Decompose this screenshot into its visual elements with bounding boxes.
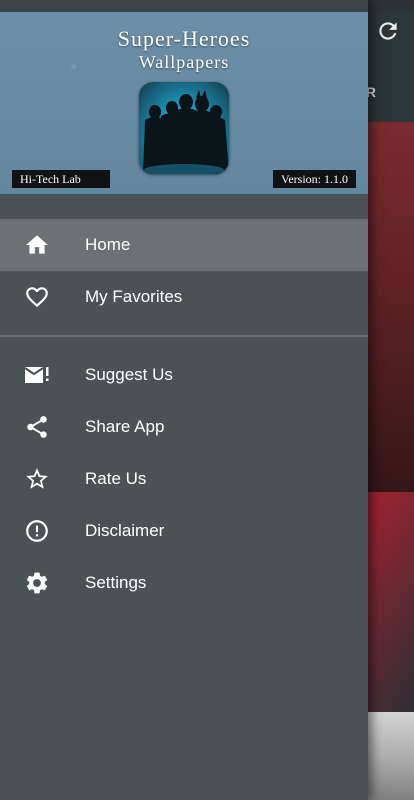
menu-item-suggest-us[interactable]: Suggest Us <box>0 349 368 401</box>
app-title: Super-Heroes <box>117 26 251 51</box>
heart-icon <box>0 271 74 323</box>
app-subtitle: Wallpapers <box>138 52 230 72</box>
home-icon <box>0 219 74 271</box>
gear-icon <box>0 557 74 609</box>
menu-item-label: Rate Us <box>85 469 147 488</box>
menu-item-rate-us[interactable]: Rate Us <box>0 453 368 505</box>
menu-item-label: My Favorites <box>85 287 183 306</box>
mail-alert-icon <box>0 349 74 401</box>
navigation-drawer: Super-Heroes Wallpapers Hi-Tech Lab Vers… <box>0 0 368 800</box>
menu-item-settings[interactable]: Settings <box>0 557 368 609</box>
refresh-icon[interactable] <box>374 18 402 46</box>
drawer-status-bar <box>0 0 368 12</box>
developer-label: Hi-Tech Lab <box>12 170 110 188</box>
menu-item-label: Settings <box>85 573 147 592</box>
menu-item-label: Disclaimer <box>85 521 165 540</box>
star-icon <box>0 453 74 505</box>
menu-item-home[interactable]: Home <box>0 219 368 271</box>
menu-item-my-favorites[interactable]: My Favorites <box>0 271 368 323</box>
menu-item-label: Home <box>85 235 131 254</box>
menu-item-label: Suggest Us <box>85 365 173 384</box>
menu-divider <box>0 335 368 337</box>
menu-item-label: Share App <box>85 417 165 436</box>
menu-item-share-app[interactable]: Share App <box>0 401 368 453</box>
version-label: Version: 1.1.0 <box>273 170 356 188</box>
info-alert-icon <box>0 505 74 557</box>
drawer-spacer <box>0 194 368 219</box>
drawer-header: Super-Heroes Wallpapers Hi-Tech Lab Vers… <box>0 12 368 194</box>
menu-item-disclaimer[interactable]: Disclaimer <box>0 505 368 557</box>
share-icon <box>0 401 74 453</box>
app-logo <box>139 82 229 174</box>
